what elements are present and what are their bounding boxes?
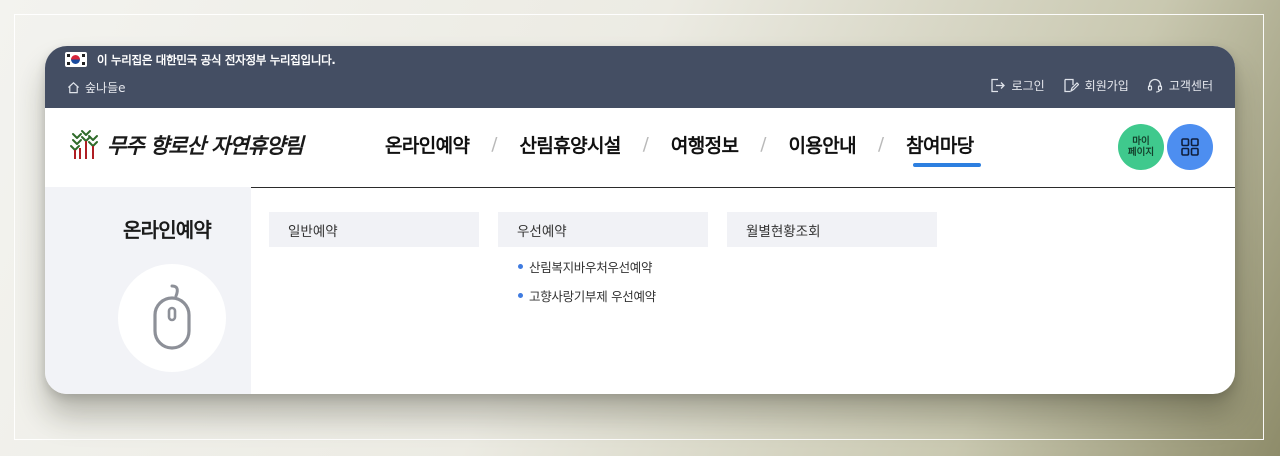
main-header: 무주 향로산 자연휴양림 온라인예약 / 산림휴양시설 / 여행정보 / 이용안…: [45, 108, 1235, 188]
nav-separator: /: [642, 134, 649, 155]
submenu-column-priority: 우선예약 산림복지바우처우선예약 고향사랑기부제 우선예약: [498, 212, 708, 315]
submenu-hometown-donation-label: 고향사랑기부제 우선예약: [529, 289, 656, 304]
grid-menu-icon: [1181, 138, 1199, 156]
bullet-icon: [518, 264, 523, 269]
main-nav: 온라인예약 / 산림휴양시설 / 여행정보 / 이용안내 / 참여마당: [385, 131, 981, 167]
submenu-voucher-priority-label: 산림복지바우처우선예약: [529, 260, 653, 275]
nav-usage-guide[interactable]: 이용안내: [788, 131, 856, 158]
login-link[interactable]: 로그인: [990, 77, 1045, 94]
home-icon: [67, 82, 80, 94]
home-link[interactable]: 숲나들e: [67, 79, 126, 96]
site-logo[interactable]: 무주 향로산 자연휴양림: [67, 128, 304, 162]
gov-banner-text: 이 누리집은 대한민국 공식 전자정부 누리집입니다.: [97, 53, 336, 67]
mypage-button[interactable]: 마이 페이지: [1118, 124, 1164, 170]
home-link-label: 숲나들e: [85, 81, 126, 95]
signup-icon: [1064, 78, 1079, 93]
signup-link[interactable]: 회원가입: [1063, 77, 1129, 94]
customer-center-link[interactable]: 고객센터: [1147, 77, 1213, 94]
submenu-side-panel: 온라인예약: [45, 187, 251, 394]
submenu-voucher-priority[interactable]: 산림복지바우처우선예약: [518, 257, 708, 276]
submenu-title: 온라인예약: [123, 218, 212, 242]
all-menu-button[interactable]: [1167, 124, 1213, 170]
submenu-monthly-status[interactable]: 월별현황조회: [727, 212, 937, 247]
forest-logo-icon: [70, 130, 98, 159]
site-window: 이 누리집은 대한민국 공식 전자정부 누리집입니다. 숲나들e 로그인 회원가…: [45, 46, 1235, 394]
submenu-column-general: 일반예약: [269, 212, 479, 247]
priority-sublist: 산림복지바우처우선예약 고향사랑기부제 우선예약: [498, 257, 708, 305]
top-utility-bar: 이 누리집은 대한민국 공식 전자정부 누리집입니다. 숲나들e 로그인 회원가…: [45, 46, 1235, 108]
login-icon: [990, 78, 1005, 93]
nav-separator: /: [877, 134, 885, 155]
submenu-column-monthly: 월별현황조회: [727, 212, 937, 247]
mouse-icon: [153, 284, 191, 350]
submenu-general-reservation[interactable]: 일반예약: [269, 212, 479, 247]
nav-forest-facilities[interactable]: 산림휴양시설: [519, 131, 621, 158]
mypage-label-line2: 페이지: [1127, 147, 1155, 158]
signup-label: 회원가입: [1084, 79, 1129, 93]
submenu-priority-reservation[interactable]: 우선예약: [498, 212, 708, 247]
nav-separator: /: [491, 134, 498, 155]
site-logo-text: 무주 향로산 자연휴양림: [107, 133, 304, 158]
bullet-icon: [518, 293, 523, 298]
util-links: 로그인 회원가입 고객센터: [990, 77, 1213, 94]
mouse-illustration: [118, 264, 226, 372]
login-label: 로그인: [1011, 79, 1045, 93]
customer-center-label: 고객센터: [1168, 79, 1213, 93]
nav-community[interactable]: 참여마당: [906, 131, 981, 167]
submenu-hometown-donation-priority[interactable]: 고향사랑기부제 우선예약: [518, 286, 708, 305]
nav-online-reservation[interactable]: 온라인예약: [385, 131, 470, 158]
nav-separator: /: [760, 134, 767, 155]
korean-flag-icon: [65, 52, 87, 67]
nav-travel-info[interactable]: 여행정보: [671, 131, 739, 158]
mypage-label-line1: 마이: [1132, 136, 1150, 147]
headset-icon: [1147, 78, 1162, 93]
